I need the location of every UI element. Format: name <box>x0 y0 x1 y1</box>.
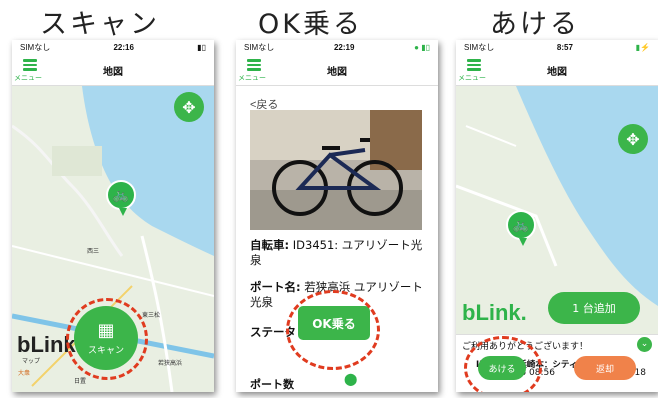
clock-text: 22:19 <box>333 42 355 52</box>
count-label: ポート数 <box>250 378 294 391</box>
bike-pin-icon[interactable]: 🚲 <box>106 180 136 216</box>
return-button[interactable]: 返却 <box>574 356 636 380</box>
locate-icon[interactable]: ✥ <box>618 124 648 154</box>
location-pin-icon: ⬤ <box>344 372 358 386</box>
highlight-circle <box>286 290 380 370</box>
bike-info: 自転車: ID3451: ユアリゾート光泉 <box>250 238 430 268</box>
clock-text: 22:16 <box>113 42 134 52</box>
locate-icon[interactable]: ✥ <box>174 92 204 122</box>
status-bar: SIMなし 22:19 ● ▮▯ <box>236 40 438 54</box>
collapse-chevron-icon[interactable]: ⌄ <box>637 337 652 352</box>
caption-open: あける <box>490 9 580 40</box>
map-label-nishi: 西三 <box>87 249 100 255</box>
carrier-text: SIMなし <box>464 42 495 52</box>
map-label-takahama: 若狭高浜 <box>158 361 183 367</box>
phone-screen-scan: SIMなし 22:16 ▮▯ メニュー 地図 東三松 西三 日置 大衆 マップ … <box>12 40 214 392</box>
carrier-text: SIMなし <box>244 42 275 52</box>
blink-logo: bLink. <box>462 300 527 325</box>
phone-screen-ok-ride: SIMなし 22:19 ● ▮▯ メニュー 地図 <戻る 自転車: ID3451… <box>236 40 438 392</box>
bicycle-photo <box>250 110 422 230</box>
navbar: メニュー 地図 <box>236 54 438 86</box>
map-view[interactable]: 東三松 西三 日置 大衆 マップ 若狭高浜 ✥ 🚲 bLink. ▦ スキャン <box>12 86 214 392</box>
carrier-text: SIMなし <box>20 42 51 52</box>
bike-label: 自転車: <box>250 238 290 252</box>
page-title: 地図 <box>547 67 567 78</box>
port-label: ポート名: <box>250 280 301 294</box>
navbar: メニュー 地図 <box>12 54 214 86</box>
navbar: メニュー 地図 <box>456 54 658 86</box>
page-title: 地図 <box>327 67 347 78</box>
map-label-hioki: 日置 <box>74 379 87 385</box>
caption-ok-ride: OK乗る <box>258 9 363 40</box>
caption-scan: スキャン <box>40 9 160 40</box>
map-label-taishu: 大衆 <box>18 371 31 377</box>
battery-icon: ▮▯ <box>197 42 206 52</box>
page-title: 地図 <box>103 67 123 78</box>
battery-icon: ▮⚡ <box>635 42 650 52</box>
bike-pin-icon[interactable]: 🚲 <box>506 210 536 246</box>
map-label-higashi: 東三松 <box>142 313 161 319</box>
status-bar: SIMなし 8:57 ▮⚡ <box>456 40 658 54</box>
phone-screen-open: SIMなし 8:57 ▮⚡ メニュー 地図 ✥ 🚲 bLink. 1 台追加 ご… <box>456 40 658 392</box>
add-bike-button[interactable]: 1 台追加 <box>548 292 640 324</box>
clock-text: 8:57 <box>556 42 573 52</box>
highlight-circle <box>464 336 542 392</box>
battery-icon: ● ▮▯ <box>414 42 430 52</box>
status-bar: SIMなし 22:16 ▮▯ <box>12 40 214 54</box>
highlight-circle <box>66 298 148 380</box>
detail-panel: <戻る 自転車: ID3451: ユアリゾート光泉 ポート名: 若狭高浜 ユアリ… <box>236 86 438 392</box>
